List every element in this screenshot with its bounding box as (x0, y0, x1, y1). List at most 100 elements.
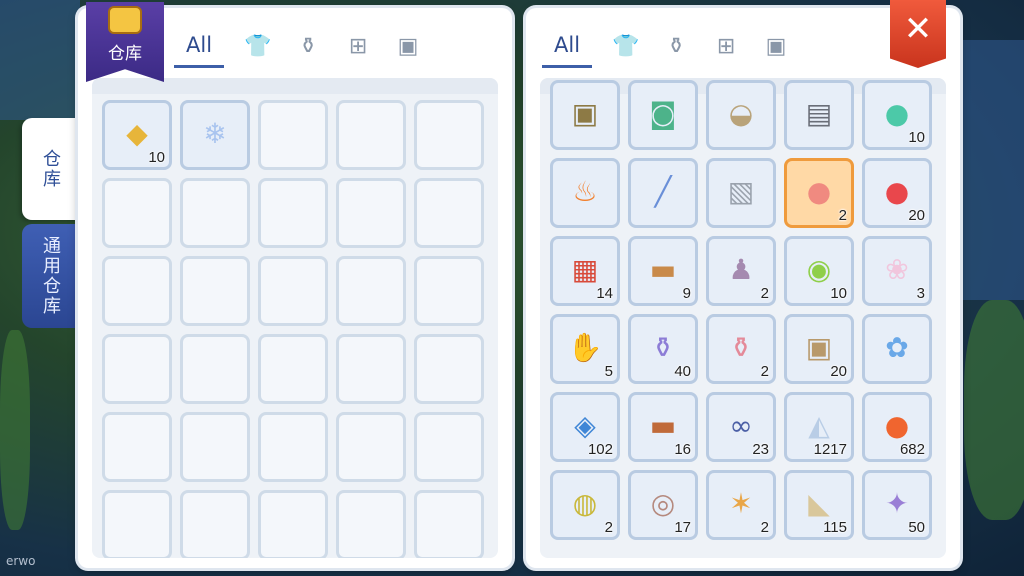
item-slot[interactable]: ● 682 (862, 392, 932, 462)
item-slot[interactable]: ♨ (550, 158, 620, 228)
item-slot[interactable]: ✿ (862, 314, 932, 384)
backpack-icon: ◙ (649, 96, 677, 130)
inventory-item-grid: ▣ ◙ ◒ ▤ ● 10 ♨ ╱ ▧ ● 2 ● 20 ▦ 14 ▬ 9 ♟ 2 ◉ 10 ❀ 3 ✋ 5 ⚱ 40 ⚱ 2 ▣ 20 ✿ ◈ 1… (550, 80, 932, 540)
item-slot[interactable]: ◈ 102 (550, 392, 620, 462)
empty-slot[interactable] (258, 490, 328, 558)
item-slot[interactable]: ▤ (784, 80, 854, 150)
empty-slot[interactable] (336, 100, 406, 170)
warehouse-item-grid: ◆ 10 ❄ (102, 100, 484, 558)
item-quantity: 2 (760, 285, 769, 302)
crate-icon: ▣ (571, 96, 599, 130)
tab-all[interactable]: All (174, 24, 225, 68)
tab-armor[interactable]: 👕 (242, 24, 274, 68)
empty-slot[interactable] (102, 412, 172, 482)
item-slot[interactable]: ▬ 16 (628, 392, 698, 462)
empty-slot[interactable] (180, 490, 250, 558)
item-quantity: 16 (674, 441, 691, 458)
empty-slot[interactable] (102, 256, 172, 326)
empty-slot[interactable] (414, 256, 484, 326)
item-slot[interactable]: ▧ (706, 158, 776, 228)
item-slot[interactable]: ◉ 10 (784, 236, 854, 306)
item-slot[interactable]: ◍ 2 (550, 470, 620, 540)
crystal-cart-icon: ❄ (203, 116, 227, 150)
potion-icon: ⚱ (298, 33, 318, 59)
empty-slot[interactable] (258, 100, 328, 170)
close-button[interactable]: ✕ (890, 0, 946, 68)
empty-slot[interactable] (258, 334, 328, 404)
item-slot[interactable]: ◒ (706, 80, 776, 150)
empty-slot[interactable] (414, 178, 484, 248)
item-slot[interactable]: ▦ 14 (550, 236, 620, 306)
item-slot[interactable]: ▣ 20 (784, 314, 854, 384)
item-slot[interactable]: ✶ 2 (706, 470, 776, 540)
empty-slot[interactable] (258, 412, 328, 482)
empty-slot[interactable] (102, 334, 172, 404)
item-slot[interactable]: ◆ 10 (102, 100, 172, 170)
card-icon: ▣ (765, 33, 787, 59)
empty-slot[interactable] (336, 178, 406, 248)
empty-slot[interactable] (336, 412, 406, 482)
item-quantity: 102 (587, 441, 613, 458)
item-quantity: 9 (682, 285, 691, 302)
tab-misc[interactable]: ⊞ (342, 24, 374, 68)
item-slot[interactable]: ✋ 5 (550, 314, 620, 384)
item-slot[interactable]: ▬ 9 (628, 236, 698, 306)
empty-slot[interactable] (180, 178, 250, 248)
tab-potion[interactable]: ⚱ (292, 24, 324, 68)
inventory-grid-area: ▣ ◙ ◒ ▤ ● 10 ♨ ╱ ▧ ● 2 ● 20 ▦ 14 ▬ 9 ♟ 2 ◉ 10 ❀ 3 ✋ 5 ⚱ 40 ⚱ 2 ▣ 20 ✿ ◈ 1… (540, 78, 946, 558)
item-quantity: 10 (830, 285, 847, 302)
sheriff-badge-icon: ✶ (729, 486, 753, 520)
item-slot[interactable]: ✦ 50 (862, 470, 932, 540)
tab-card[interactable]: ▣ (392, 24, 424, 68)
item-slot[interactable]: ⚱ 40 (628, 314, 698, 384)
empty-slot[interactable] (258, 256, 328, 326)
grid-header-strip (92, 78, 498, 94)
item-slot[interactable]: ∞ 23 (706, 392, 776, 462)
item-slot[interactable]: ▣ (550, 80, 620, 150)
empty-slot[interactable] (102, 178, 172, 248)
item-slot[interactable]: ⚱ 2 (706, 314, 776, 384)
item-slot[interactable]: ◭ 1217 (784, 392, 854, 462)
warehouse-badge-label: 仓库 (108, 44, 142, 64)
empty-slot[interactable] (102, 490, 172, 558)
side-tab-shared-warehouse[interactable]: 通用仓库 (22, 224, 78, 328)
ice-wand-icon: ╱ (654, 174, 672, 208)
inventory-filter-tabs: All 👕 ⚱ ⊞ ▣ (542, 22, 810, 70)
watermark: erwo (6, 554, 36, 568)
empty-slot[interactable] (336, 334, 406, 404)
empty-slot[interactable] (336, 256, 406, 326)
potion-icon: ⚱ (666, 33, 686, 59)
item-slot[interactable]: ● 20 (862, 158, 932, 228)
item-slot[interactable]: ❀ 3 (862, 236, 932, 306)
item-quantity: 40 (674, 363, 691, 380)
tab-potion[interactable]: ⚱ (660, 24, 692, 68)
item-slot[interactable]: ◙ (628, 80, 698, 150)
empty-slot[interactable] (414, 100, 484, 170)
item-slot[interactable]: ● 2 (784, 158, 854, 228)
item-slot[interactable]: ╱ (628, 158, 698, 228)
side-tab-warehouse[interactable]: 仓库 (22, 118, 78, 220)
item-slot[interactable]: ◎ 17 (628, 470, 698, 540)
empty-slot[interactable] (258, 178, 328, 248)
item-slot[interactable]: ❄ (180, 100, 250, 170)
item-slot[interactable]: ♟ 2 (706, 236, 776, 306)
empty-slot[interactable] (180, 256, 250, 326)
item-slot[interactable]: ◣ 115 (784, 470, 854, 540)
pink-vase-icon: ⚱ (729, 330, 753, 364)
warehouse-panel: 仓库 All 👕 ⚱ ⊞ ▣ ◆ 10 ❄ (78, 2, 512, 568)
tab-armor[interactable]: 👕 (610, 24, 642, 68)
empty-slot[interactable] (414, 334, 484, 404)
empty-slot[interactable] (180, 412, 250, 482)
empty-slot[interactable] (180, 334, 250, 404)
item-quantity: 10 (148, 149, 165, 166)
card-icon: ▣ (397, 33, 419, 59)
tab-all[interactable]: All (542, 24, 593, 68)
tab-misc[interactable]: ⊞ (710, 24, 742, 68)
empty-slot[interactable] (414, 490, 484, 558)
food-tray-icon: ▬ (649, 252, 677, 286)
empty-slot[interactable] (414, 412, 484, 482)
empty-slot[interactable] (336, 490, 406, 558)
item-slot[interactable]: ● 10 (862, 80, 932, 150)
background-grass (964, 300, 1024, 520)
tab-card[interactable]: ▣ (760, 24, 792, 68)
